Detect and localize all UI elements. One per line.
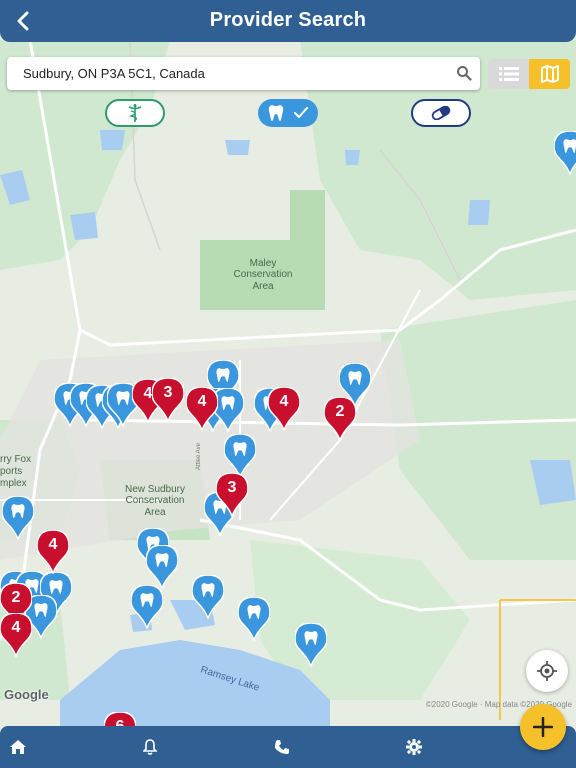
map-label-terry-fox-3: mplex — [0, 478, 27, 489]
cluster-count: 4 — [11, 619, 21, 636]
bell-icon — [143, 739, 157, 755]
dental-provider-pin[interactable] — [2, 496, 34, 540]
cluster-count: 3 — [163, 384, 173, 401]
map-label-terry-fox: rry Fox — [0, 454, 31, 465]
map-label-maley-3: Area — [252, 281, 274, 292]
provider-cluster-pin[interactable]: 4 — [37, 530, 69, 574]
map-view-button[interactable] — [529, 59, 570, 89]
tab-home[interactable] — [7, 736, 29, 758]
provider-cluster-pin[interactable]: 4 — [0, 613, 32, 657]
cluster-count: 4 — [48, 536, 58, 553]
dental-provider-pin[interactable] — [192, 575, 224, 619]
location-search-input[interactable]: Sudbury, ON P3A 5C1, Canada — [7, 57, 480, 90]
google-logo: Google — [4, 687, 49, 702]
check-icon — [294, 107, 308, 118]
add-button[interactable] — [520, 704, 566, 750]
map-label-new-sudbury-2: Conservation — [126, 495, 185, 506]
search-value: Sudbury, ON P3A 5C1, Canada — [23, 66, 205, 81]
pill-icon — [431, 106, 451, 120]
top-bar: Provider Search — [0, 0, 576, 42]
list-icon — [498, 67, 519, 81]
locate-me-button[interactable] — [526, 650, 568, 692]
app-screen: Maley Conservation Area New Sudbury Cons… — [0, 0, 576, 768]
cluster-count: 3 — [227, 479, 237, 496]
bottom-tab-bar — [0, 726, 576, 768]
provider-cluster-pin[interactable]: 4 — [268, 387, 300, 431]
tooth-icon — [268, 105, 284, 121]
tab-notifications[interactable] — [139, 736, 161, 758]
crosshair-icon — [537, 661, 557, 681]
page-title: Provider Search — [209, 9, 367, 31]
provider-cluster-pin[interactable]: 3 — [216, 473, 248, 517]
provider-cluster-pin[interactable]: 2 — [324, 397, 356, 441]
phone-icon — [275, 740, 289, 754]
tab-phone[interactable] — [271, 736, 293, 758]
search-icon[interactable] — [456, 65, 472, 81]
map-label-maley: Maley — [250, 258, 277, 269]
dental-provider-pin[interactable] — [131, 585, 163, 629]
dental-provider-pin[interactable] — [238, 597, 270, 641]
map-label-maley-2: Conservation — [234, 269, 293, 280]
home-icon — [10, 740, 26, 754]
provider-cluster-pin[interactable]: 4 — [186, 387, 218, 431]
cluster-count: 2 — [11, 589, 21, 606]
cluster-count: 4 — [197, 393, 207, 410]
dental-provider-pin[interactable] — [146, 545, 178, 589]
view-toggle — [488, 59, 570, 89]
dental-provider-pin[interactable] — [554, 131, 576, 175]
map-label-new-sudbury-3: Area — [144, 507, 166, 518]
cluster-count: 2 — [335, 403, 345, 420]
cluster-count: 4 — [279, 393, 289, 410]
tab-settings[interactable] — [403, 736, 425, 758]
plus-icon — [533, 717, 553, 737]
dental-provider-pin[interactable] — [224, 434, 256, 478]
filter-medical-button[interactable] — [105, 99, 165, 127]
map-label-new-sudbury: New Sudbury — [125, 484, 185, 495]
gear-icon — [406, 739, 422, 755]
filter-pharmacy-button[interactable] — [411, 99, 471, 127]
filter-dental-button[interactable] — [258, 99, 318, 127]
map-label-terry-fox-2: ports — [0, 466, 22, 477]
dental-provider-pin[interactable] — [295, 623, 327, 667]
map-label-attlee: Attlee Ave — [196, 442, 202, 470]
map-icon — [540, 65, 559, 83]
provider-cluster-pin[interactable]: 3 — [152, 378, 184, 422]
caduceus-icon — [128, 104, 142, 122]
list-view-button[interactable] — [488, 59, 529, 89]
